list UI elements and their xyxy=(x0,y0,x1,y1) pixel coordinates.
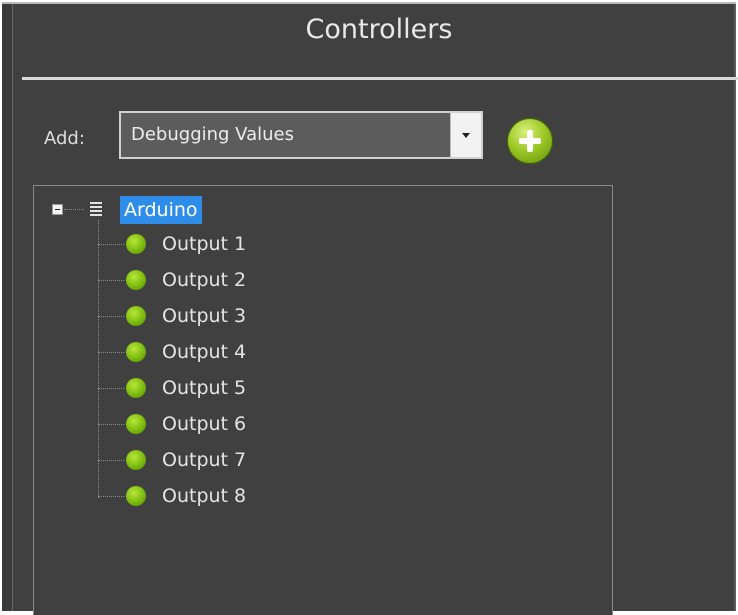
tree-node-label[interactable]: Arduino xyxy=(120,196,202,224)
tree-item[interactable]: Output 1 xyxy=(34,226,334,262)
controllers-tree[interactable]: Arduino Output 1 Output 2 Output 3 Output 4… xyxy=(33,185,613,615)
chevron-down-icon[interactable] xyxy=(450,113,481,157)
tree-item-label: Output 5 xyxy=(162,377,247,399)
tree-connector xyxy=(98,244,124,245)
add-label: Add: xyxy=(44,128,85,149)
right-border xyxy=(734,4,736,611)
green-led-icon xyxy=(126,378,146,398)
tree-item-label: Output 4 xyxy=(162,341,247,363)
green-led-icon xyxy=(126,450,146,470)
tree-item[interactable]: Output 2 xyxy=(34,262,334,298)
tree-item-label: Output 1 xyxy=(162,233,247,255)
green-led-icon xyxy=(126,342,146,362)
controllers-panel: Controllers Add: Debugging Values Arduin… xyxy=(2,2,738,615)
app-window: Controllers Add: Debugging Values Arduin… xyxy=(0,0,738,615)
green-led-icon xyxy=(126,414,146,434)
left-border xyxy=(2,4,13,611)
tree-item[interactable]: Output 7 xyxy=(34,442,334,478)
tree-item-label: Output 8 xyxy=(162,485,247,507)
tree-item-label: Output 3 xyxy=(162,305,247,327)
tree-connector xyxy=(64,209,84,210)
tree-connector xyxy=(98,460,124,461)
tree-item[interactable]: Output 3 xyxy=(34,298,334,334)
tree-connector xyxy=(98,496,124,497)
title-divider xyxy=(22,77,738,80)
add-button[interactable] xyxy=(507,118,553,164)
tree-connector xyxy=(98,388,124,389)
tree-node-arduino[interactable]: Arduino xyxy=(34,192,334,226)
tree-item-label: Output 7 xyxy=(162,449,247,471)
add-type-dropdown[interactable]: Debugging Values xyxy=(119,111,483,159)
green-led-icon xyxy=(126,486,146,506)
tree-connector xyxy=(98,280,124,281)
tree-item-label: Output 2 xyxy=(162,269,247,291)
add-type-selected-value: Debugging Values xyxy=(131,124,294,145)
tree-item[interactable]: Output 8 xyxy=(34,478,334,514)
green-led-icon xyxy=(126,306,146,326)
list-icon xyxy=(90,202,102,216)
tree-connector xyxy=(98,352,124,353)
green-led-icon xyxy=(126,234,146,254)
green-led-icon xyxy=(126,270,146,290)
tree-connector xyxy=(98,316,124,317)
collapse-toggle-icon[interactable] xyxy=(52,204,63,215)
tree-item[interactable]: Output 4 xyxy=(34,334,334,370)
tree-item-label: Output 6 xyxy=(162,413,247,435)
tree-connector xyxy=(98,424,124,425)
panel-title: Controllers xyxy=(305,14,453,45)
tree-item[interactable]: Output 6 xyxy=(34,406,334,442)
tree-item[interactable]: Output 5 xyxy=(34,370,334,406)
